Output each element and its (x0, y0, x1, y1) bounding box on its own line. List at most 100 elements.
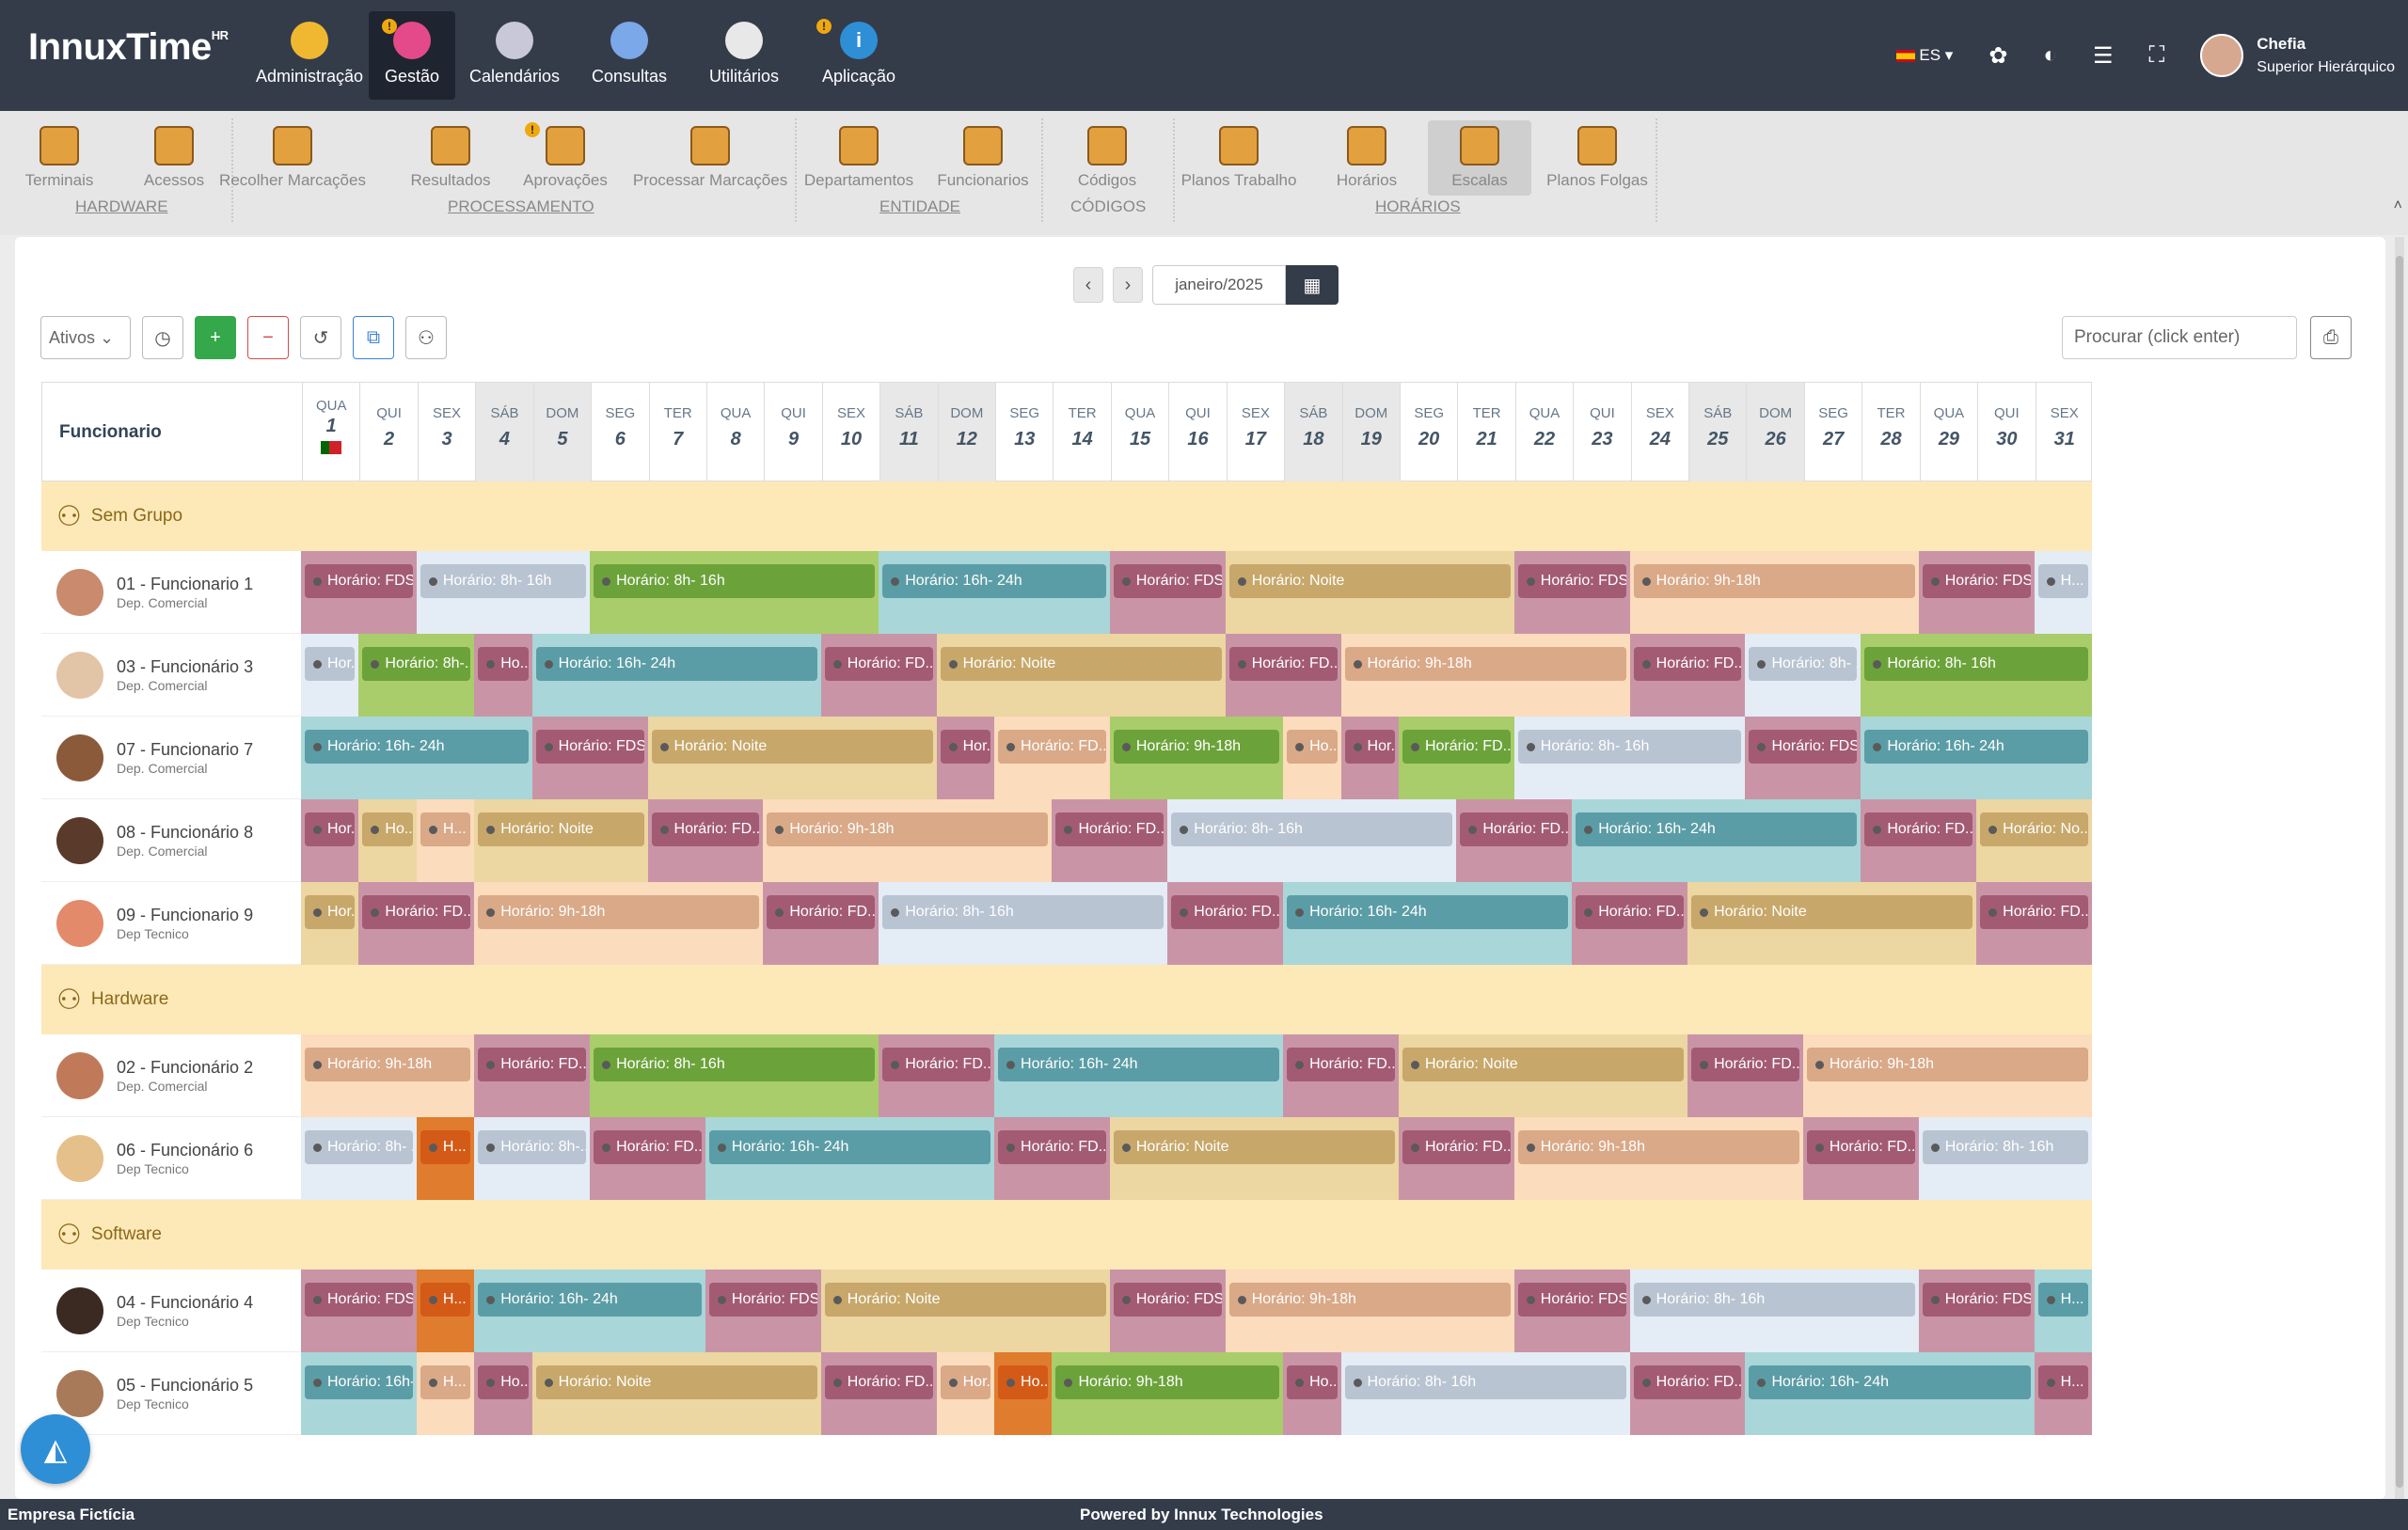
schedule-block[interactable]: Horário: FDS ... (705, 1270, 821, 1352)
nav-consultas[interactable]: Consultas (574, 11, 685, 100)
schedule-block[interactable]: Horário: FD... (879, 1034, 995, 1117)
group-icon[interactable]: ⚇ (405, 316, 447, 359)
nav-calendarios[interactable]: Calendários (459, 11, 570, 100)
schedule-block[interactable]: Horário: FDS ... (1513, 1270, 1630, 1352)
schedule-block[interactable]: Horário: 16h- 24h (531, 634, 821, 717)
ribbon-escalas[interactable]: Escalas (1428, 120, 1531, 196)
schedule-block[interactable]: Horário: 8h- 16h (416, 551, 591, 634)
schedule-block[interactable]: Horário: FD... (1456, 799, 1573, 882)
ribbon-horarios[interactable]: Horários (1315, 120, 1418, 190)
schedule-block[interactable]: Horário: 8h-... (474, 1117, 591, 1200)
nav-utilitarios[interactable]: Utilitários (689, 11, 800, 100)
schedule-block[interactable]: Horário: FD... (1225, 634, 1341, 717)
schedule-block[interactable]: Horário: 8h- 16h (1918, 1117, 2092, 1200)
schedule-block[interactable]: Horário: 9h-18h (1802, 1034, 2092, 1117)
innux-link[interactable]: Innux Technologies (1174, 1506, 1323, 1523)
schedule-block[interactable]: Horário: FD... (1802, 1117, 1919, 1200)
scrollbar-thumb[interactable] (2396, 256, 2403, 1488)
employee-cell[interactable]: 02 - Funcionário 2 Dep. Comercial (41, 1034, 301, 1117)
schedule-block[interactable]: Horário: 8h- ... (301, 1117, 417, 1200)
schedule-block[interactable]: H... (416, 1117, 475, 1200)
nav-gestao[interactable]: Gestão! (369, 11, 455, 100)
print-icon[interactable]: ⎙ (2310, 316, 2352, 359)
employee-cell[interactable]: 06 - Funcionário 6 Dep Tecnico (41, 1117, 301, 1200)
app-logo[interactable]: InnuxTimeHR (28, 26, 229, 69)
next-month-button[interactable]: › (1113, 267, 1143, 303)
employee-cell[interactable]: 07 - Funcionario 7 Dep. Comercial (41, 717, 301, 799)
schedule-block[interactable]: Horário: 16h- 24h (1283, 882, 1573, 965)
schedule-block[interactable]: Horário: FD... (1861, 799, 1977, 882)
schedule-block[interactable]: Horário: FD... (994, 717, 1110, 799)
schedule-block[interactable]: Horário: FDS / ... (531, 717, 648, 799)
collapse-ribbon-icon[interactable]: ˄ (2394, 197, 2402, 214)
calendar-icon[interactable]: ▦ (1286, 265, 1339, 305)
add-button[interactable]: + (195, 316, 236, 359)
employee-cell[interactable]: 01 - Funcionario 1 Dep. Comercial (41, 551, 301, 634)
schedule-block[interactable]: Horário: Noite (1687, 882, 1977, 965)
schedule-block[interactable]: Horário: FDS ... (301, 1270, 417, 1352)
schedule-block[interactable]: Horário: FD... (1629, 1352, 1746, 1435)
schedule-block[interactable]: Ho... (358, 799, 417, 882)
chat-icon[interactable]: ✿ (1988, 42, 2007, 70)
clock-icon[interactable]: ◷ (142, 316, 183, 359)
schedule-block[interactable]: Horário: Noite (1225, 551, 1514, 634)
schedule-block[interactable]: Hor... (936, 717, 995, 799)
ribbon-group-codigos[interactable]: CÓDIGOS (1070, 197, 1146, 216)
schedule-block[interactable]: Horário: 16h- 24h (994, 1034, 1284, 1117)
schedule-block[interactable]: Ho... (1283, 1352, 1341, 1435)
schedule-block[interactable]: Horário: 9h-18h (1052, 1352, 1284, 1435)
schedule-block[interactable]: Horário: 16h- 24h (1572, 799, 1861, 882)
undo-icon[interactable]: ↺ (300, 316, 341, 359)
ribbon-planos-folgas[interactable]: Planos Folgas (1545, 120, 1649, 190)
schedule-block[interactable]: Horário: 8h- 16h (1513, 717, 1746, 799)
nav-administracao[interactable]: Administração (254, 11, 365, 100)
schedule-block[interactable]: Ho... (994, 1352, 1053, 1435)
schedule-block[interactable]: Horário: FDS / ... (1745, 717, 1861, 799)
schedule-block[interactable]: Horário: Noite (1109, 1117, 1399, 1200)
schedule-block[interactable]: Horário: Noite (474, 799, 648, 882)
schedule-block[interactable]: Horário: Noite (820, 1270, 1110, 1352)
schedule-block[interactable]: Horário: No... (1976, 799, 2092, 882)
schedule-block[interactable]: Horário: 9h-18h (1109, 717, 1284, 799)
ribbon-planos-trabalho[interactable]: Planos Trabalho (1181, 120, 1296, 190)
schedule-block[interactable]: Horário: 8h- 16h (1167, 799, 1457, 882)
prev-month-button[interactable]: ‹ (1073, 267, 1103, 303)
schedule-block[interactable]: Hor... (301, 882, 359, 965)
schedule-block[interactable]: H... (2034, 1352, 2092, 1435)
schedule-block[interactable]: Horário: FD... (474, 1034, 591, 1117)
user-info[interactable]: Chefia Superior Hierárquico (2257, 32, 2395, 79)
schedule-block[interactable]: Ho... (474, 1352, 532, 1435)
ribbon-terminais[interactable]: Terminais (8, 120, 111, 190)
schedule-block[interactable]: Horário: FD... (1398, 717, 1514, 799)
schedule-block[interactable]: Horário: 9h-18h (301, 1034, 475, 1117)
employee-cell[interactable]: 04 - Funcionário 4 Dep Tecnico (41, 1270, 301, 1352)
schedule-block[interactable]: Horário: 8h- 16h (590, 1034, 879, 1117)
schedule-block[interactable]: Horário: FD... (1572, 882, 1688, 965)
schedule-block[interactable]: Horário: 8h- 16h (1340, 1352, 1630, 1435)
schedule-block[interactable]: Horário: 16h- 24h (705, 1117, 995, 1200)
schedule-block[interactable]: Hor... (936, 1352, 995, 1435)
schedule-block[interactable]: Horário: FDS ... (1918, 1270, 2035, 1352)
ribbon-group-processamento[interactable]: PROCESSAMENTO (448, 197, 594, 216)
chart-fab-button[interactable]: ◭ (21, 1414, 90, 1484)
schedule-block[interactable]: Horário: 16h- 24h (474, 1270, 705, 1352)
ribbon-group-entidade[interactable]: ENTIDADE (879, 197, 960, 216)
ribbon-funcionarios[interactable]: Funcionarios (931, 120, 1035, 190)
schedule-block[interactable]: Horário: FD... (1167, 882, 1284, 965)
schedule-block[interactable]: Horário: 16h- 24h (1861, 717, 2092, 799)
schedule-block[interactable]: Ho... (1283, 717, 1341, 799)
employee-cell[interactable]: 05 - Funcionário 5 Dep Tecnico (41, 1352, 301, 1435)
ribbon-aprovacoes[interactable]: Aprovações! (514, 120, 617, 190)
schedule-block[interactable]: Horário: FD... (1976, 882, 2092, 965)
schedule-block[interactable]: Horário: FD... (994, 1117, 1110, 1200)
schedule-block[interactable]: Horário: FD... (1629, 634, 1746, 717)
palette-icon[interactable]: ◐ (2043, 42, 2057, 69)
schedule-block[interactable]: Horário: FDS ... (1513, 551, 1630, 634)
schedule-block[interactable]: Horário: 16h- 24h (301, 717, 532, 799)
schedule-block[interactable]: Horário: Noite (1398, 1034, 1688, 1117)
scrollbar[interactable] (2395, 237, 2404, 1499)
search-input[interactable]: Procurar (click enter) (2062, 316, 2297, 359)
month-input[interactable]: janeiro/2025 (1152, 265, 1286, 305)
schedule-block[interactable]: Horário: 9h-18h (1513, 1117, 1803, 1200)
schedule-block[interactable]: Horário: FD... (647, 799, 764, 882)
